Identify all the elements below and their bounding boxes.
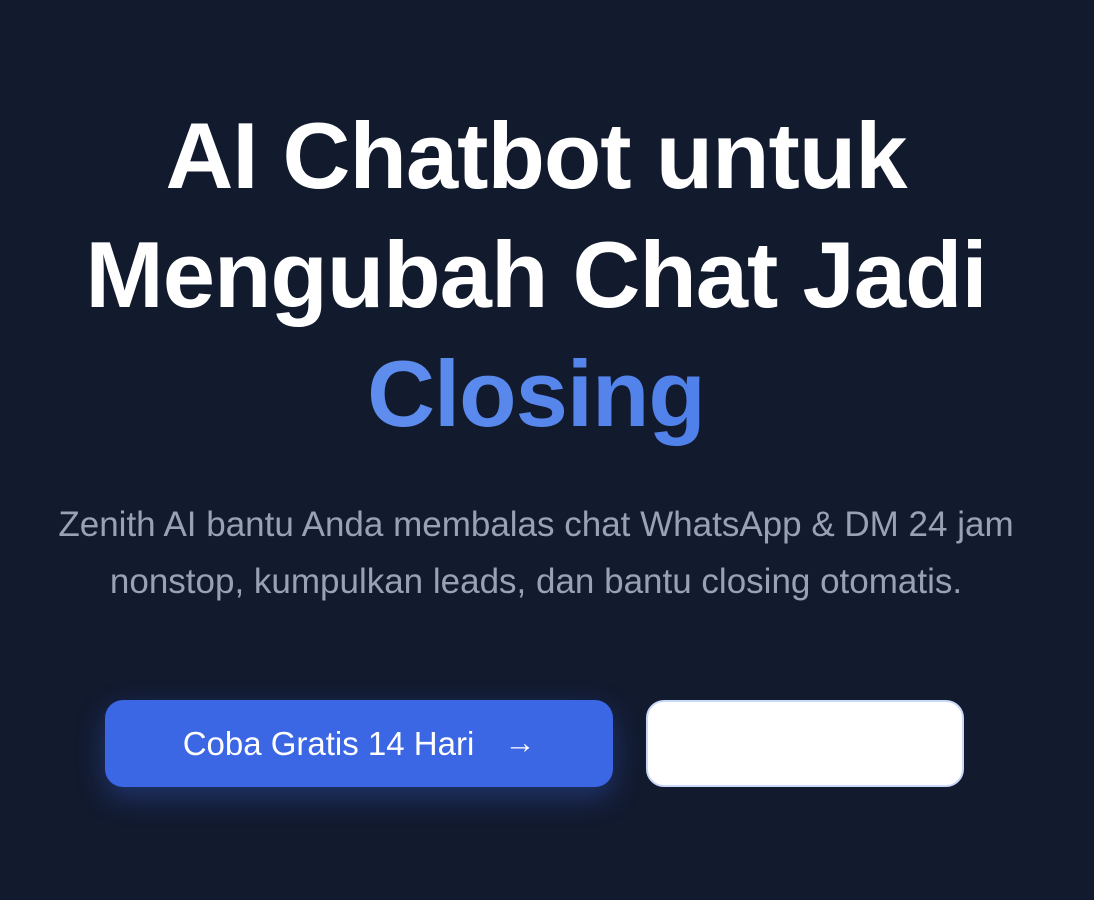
- secondary-cta-button[interactable]: [646, 700, 964, 787]
- subtitle-line-2: nonstop, kumpulkan leads, dan bantu clos…: [109, 562, 963, 601]
- subtitle-line-1: Zenith AI bantu Anda membalas chat Whats…: [58, 505, 1014, 544]
- hero-section: AI Chatbot untuk Mengubah Chat Jadi Clos…: [0, 0, 1094, 900]
- arrow-right-icon: →: [504, 725, 536, 760]
- headline-line-2: Mengubah Chat Jadi: [85, 222, 987, 327]
- free-trial-button[interactable]: Coba Gratis 14 Hari →: [105, 700, 613, 787]
- headline-accent: Closing: [0, 334, 1072, 453]
- hero-subtitle: Zenith AI bantu Anda membalas chat Whats…: [0, 496, 1092, 610]
- hero-headline: AI Chatbot untuk Mengubah Chat Jadi Clos…: [0, 96, 1072, 453]
- free-trial-button-label: Coba Gratis 14 Hari: [182, 724, 475, 762]
- headline-line-1: AI Chatbot untuk: [165, 103, 907, 208]
